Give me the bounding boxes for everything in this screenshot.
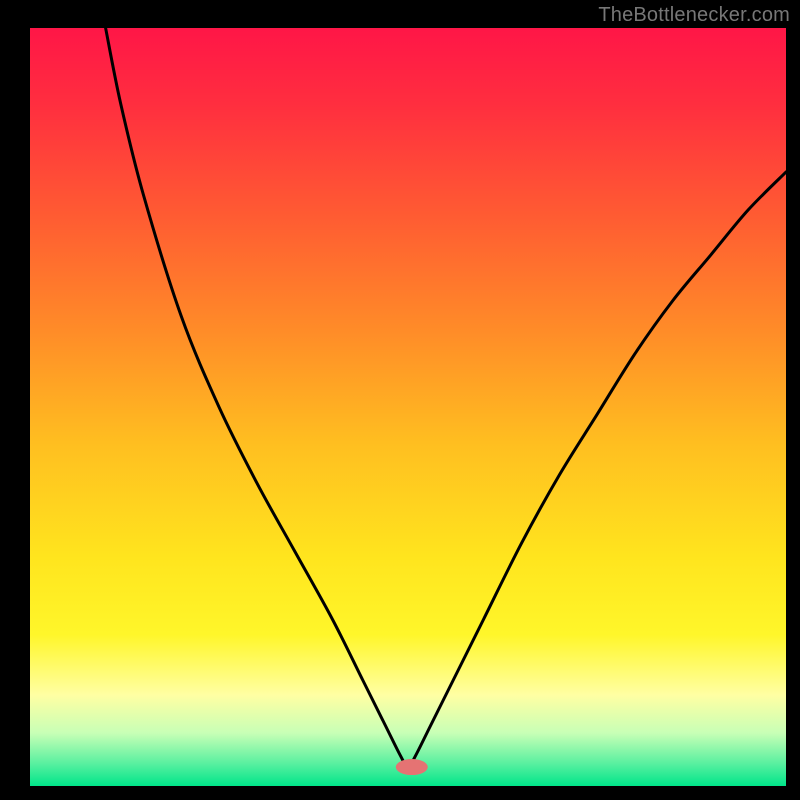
minimum-marker [396,759,428,775]
attribution-label: TheBottlenecker.com [598,4,790,27]
chart-container: TheBottlenecker.com [0,0,800,800]
chart-svg [30,28,786,786]
plot-area [30,28,786,786]
gradient-background [30,28,786,786]
